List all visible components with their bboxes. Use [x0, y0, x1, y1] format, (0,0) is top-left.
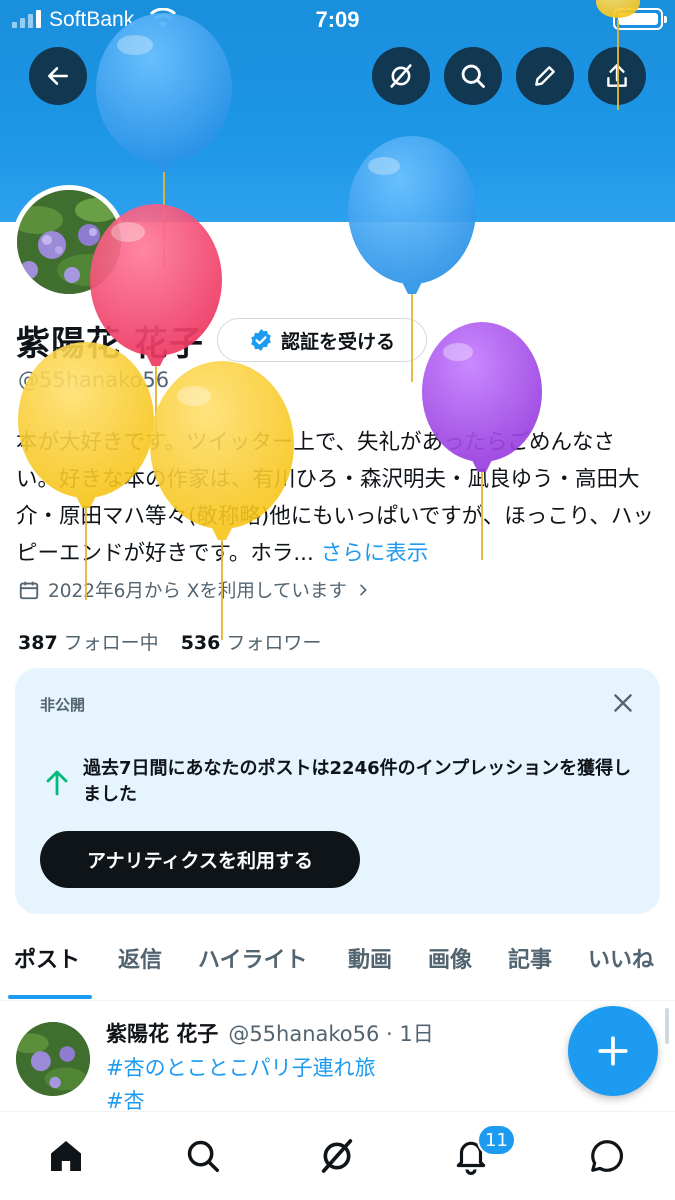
clock: 7:09 [315, 7, 360, 32]
tab-replies[interactable]: 返信 [118, 942, 162, 974]
messages-icon [591, 1140, 623, 1172]
analytics-button[interactable]: アナリティクスを利用する [40, 831, 360, 888]
tab-highlights[interactable]: ハイライト [198, 942, 308, 974]
follow-stats: 387 フォロー中 536 フォロワー [18, 628, 321, 655]
arrow-up-icon [46, 770, 68, 796]
pencil-icon [535, 66, 555, 86]
tab-posts[interactable]: ポスト [14, 942, 80, 974]
back-button[interactable] [29, 47, 87, 105]
hashtag-link[interactable]: #杏のとことこパリ子連れ旅 [106, 1052, 376, 1082]
profile-name-row: 紫陽花 花子 [16, 316, 204, 365]
joined-text: 2022年6月から Xを利用しています [48, 581, 347, 602]
tab-videos[interactable]: 動画 [348, 942, 392, 974]
profile-bio: 本が大好きです。ツイッター上で、失礼があったらごめんなさい。好きな本の作家は、有… [16, 424, 656, 572]
nav-messages[interactable] [585, 1134, 629, 1178]
private-label: 非公開 [40, 696, 86, 714]
tab-articles[interactable]: 記事 [508, 942, 552, 974]
following-count: 387 [18, 632, 58, 654]
tab-likes[interactable]: いいね [588, 942, 654, 974]
search-icon [187, 1140, 219, 1172]
arrow-left-icon [48, 67, 68, 85]
post-header: 紫陽花 花子 @55hanako56 · 1日 [106, 1018, 434, 1048]
bottom-nav [0, 1111, 675, 1200]
compose-button[interactable] [568, 1006, 658, 1096]
avatar[interactable] [12, 185, 126, 299]
tabs-divider [0, 1000, 675, 1001]
followers-stat[interactable]: 536 フォロワー [181, 628, 322, 655]
following-stat[interactable]: 387 フォロー中 [18, 628, 159, 655]
show-more-link[interactable]: さらに表示 [321, 541, 429, 566]
plus-icon [598, 1036, 628, 1066]
home-icon [51, 1141, 81, 1171]
status-bar: SoftBank 7:09 [0, 0, 675, 40]
impressions-text: 過去7日間にあなたのポストは2246件のインプレッションを獲得しました [83, 758, 632, 805]
verified-badge-icon [251, 329, 271, 351]
profile-handle: @55hanako56 [18, 368, 170, 392]
profile-tabs: ポスト 返信 ハイライト 動画 画像 記事 いいね [0, 942, 675, 1000]
post-meta: @55hanako56 · 1日 [228, 1022, 434, 1046]
scroll-indicator[interactable] [665, 1008, 669, 1044]
following-label: フォロー中 [63, 632, 159, 654]
search-button[interactable] [444, 47, 502, 105]
chevron-right-icon[interactable] [355, 582, 371, 598]
close-icon[interactable] [610, 690, 636, 716]
get-verified-button[interactable]: 認証を受ける [217, 318, 427, 362]
analytics-card: 非公開 過去7日間にあなたのポストは2246件のインプレッションを獲得しました … [15, 668, 660, 914]
profile-name: 紫陽花 花子 [16, 324, 204, 364]
nav-home[interactable] [44, 1134, 88, 1178]
nav-grok[interactable] [315, 1134, 359, 1178]
grok-icon [390, 64, 412, 88]
post-avatar[interactable] [16, 1022, 90, 1096]
joined-date: 2022年6月から Xを利用しています [18, 577, 371, 603]
search-icon [461, 64, 485, 88]
post-author-name[interactable]: 紫陽花 花子 [106, 1022, 218, 1046]
share-icon [607, 64, 627, 87]
edit-button[interactable] [516, 47, 574, 105]
get-verified-label: 認証を受ける [280, 330, 395, 353]
calendar-icon [19, 581, 39, 600]
grok-icon [321, 1139, 353, 1173]
share-button[interactable] [588, 47, 646, 105]
notification-badge: 11 [477, 1124, 516, 1156]
battery-icon [613, 8, 667, 30]
followers-count: 536 [180, 632, 221, 654]
tab-photos[interactable]: 画像 [428, 942, 472, 974]
nav-search[interactable] [181, 1134, 225, 1178]
grok-button[interactable] [372, 47, 430, 105]
followers-label: フォロワー [226, 632, 322, 654]
active-tab-indicator [8, 995, 92, 999]
